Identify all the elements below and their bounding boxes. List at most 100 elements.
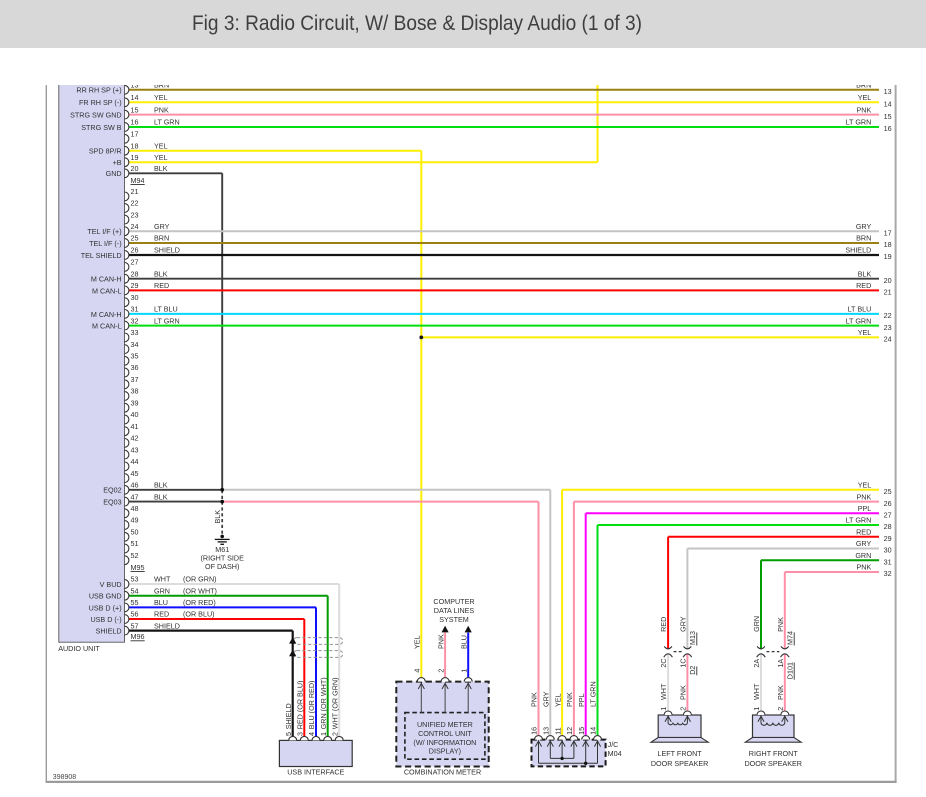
- svg-text:USB GND: USB GND: [89, 592, 122, 601]
- svg-text:PNK: PNK: [154, 105, 169, 114]
- svg-text:21: 21: [131, 187, 139, 196]
- svg-text:25: 25: [131, 234, 139, 243]
- svg-text:J/C: J/C: [608, 740, 619, 749]
- svg-text:39: 39: [131, 398, 139, 407]
- svg-text:28: 28: [131, 269, 139, 278]
- svg-text:LT GRN: LT GRN: [154, 316, 180, 325]
- svg-text:(W/ INFORMATION: (W/ INFORMATION: [413, 738, 476, 747]
- svg-text:PNK: PNK: [530, 692, 539, 707]
- svg-text:GRN: GRN: [154, 586, 170, 595]
- svg-text:49: 49: [131, 516, 139, 525]
- svg-text:36: 36: [131, 363, 139, 372]
- svg-text:BLK: BLK: [858, 269, 872, 278]
- svg-text:29: 29: [884, 534, 892, 543]
- svg-text:(OR BLU): (OR BLU): [183, 610, 215, 619]
- svg-text:BLK: BLK: [154, 481, 168, 490]
- svg-text:LT GRN: LT GRN: [846, 118, 872, 127]
- svg-text:WHT: WHT: [752, 683, 761, 700]
- svg-text:56: 56: [131, 610, 139, 619]
- svg-text:16: 16: [530, 727, 539, 735]
- svg-text:LT GRN: LT GRN: [846, 316, 872, 325]
- svg-text:RED: RED: [154, 610, 169, 619]
- svg-text:1: 1: [459, 669, 468, 673]
- svg-text:2: 2: [776, 707, 785, 711]
- svg-text:TEL I/F (+): TEL I/F (+): [87, 227, 121, 236]
- svg-text:13: 13: [884, 87, 892, 96]
- svg-text:PNK: PNK: [857, 105, 872, 114]
- svg-text:2: 2: [330, 732, 339, 736]
- svg-text:3: 3: [296, 732, 305, 736]
- svg-text:14: 14: [131, 93, 139, 102]
- svg-text:55: 55: [131, 598, 139, 607]
- svg-text:SYSTEM: SYSTEM: [439, 615, 469, 624]
- svg-text:44: 44: [131, 457, 139, 466]
- svg-text:42: 42: [131, 434, 139, 443]
- svg-text:V BUD: V BUD: [100, 580, 122, 589]
- svg-text:14: 14: [589, 727, 598, 735]
- svg-text:14: 14: [884, 100, 892, 109]
- svg-text:BRN: BRN: [856, 234, 871, 243]
- svg-text:GRN: GRN: [855, 551, 871, 560]
- svg-text:23: 23: [884, 323, 892, 332]
- svg-text:+B: +B: [113, 158, 122, 167]
- svg-text:SHIELD: SHIELD: [845, 246, 871, 255]
- svg-text:SHIELD: SHIELD: [154, 246, 180, 255]
- svg-text:31: 31: [131, 305, 139, 314]
- svg-text:GRY: GRY: [856, 222, 872, 231]
- svg-text:52: 52: [131, 551, 139, 560]
- svg-text:1: 1: [659, 707, 668, 711]
- svg-text:STRG SW GND: STRG SW GND: [70, 111, 122, 120]
- svg-text:GRY: GRY: [856, 539, 872, 548]
- svg-text:YEL: YEL: [413, 635, 422, 649]
- svg-text:2: 2: [436, 669, 445, 673]
- svg-text:PNK: PNK: [857, 563, 872, 572]
- svg-text:D2: D2: [688, 666, 697, 675]
- svg-text:41: 41: [131, 422, 139, 431]
- svg-text:28: 28: [884, 522, 892, 531]
- svg-text:YEL: YEL: [154, 93, 168, 102]
- svg-text:23: 23: [131, 210, 139, 219]
- svg-text:32: 32: [884, 569, 892, 578]
- svg-text:PNK: PNK: [776, 685, 785, 700]
- svg-text:M13: M13: [688, 631, 697, 645]
- svg-text:1: 1: [752, 707, 761, 711]
- svg-text:5: 5: [284, 732, 293, 736]
- svg-text:RED: RED: [856, 528, 871, 537]
- svg-text:BLU (OR RED): BLU (OR RED): [307, 681, 316, 730]
- svg-text:18: 18: [131, 141, 139, 150]
- svg-text:PPL: PPL: [577, 693, 586, 707]
- svg-text:SHIELD: SHIELD: [96, 627, 122, 636]
- svg-text:50: 50: [131, 528, 139, 537]
- svg-text:17: 17: [884, 228, 892, 237]
- svg-text:BLK: BLK: [154, 492, 168, 501]
- svg-text:24: 24: [884, 335, 892, 344]
- svg-text:GND: GND: [106, 169, 122, 178]
- svg-text:SPD 8P/R: SPD 8P/R: [89, 147, 122, 156]
- svg-text:19: 19: [131, 153, 139, 162]
- svg-text:2C: 2C: [659, 658, 668, 667]
- svg-text:GRY: GRY: [678, 616, 687, 632]
- svg-text:37: 37: [131, 375, 139, 384]
- svg-text:16: 16: [131, 118, 139, 127]
- svg-text:STRG SW B: STRG SW B: [81, 123, 122, 132]
- svg-text:BLK: BLK: [154, 164, 168, 173]
- svg-text:(OR GRN): (OR GRN): [183, 575, 217, 584]
- svg-text:11: 11: [553, 727, 562, 734]
- svg-text:29: 29: [131, 281, 139, 290]
- svg-text:M04: M04: [608, 749, 622, 758]
- svg-text:4: 4: [413, 669, 422, 673]
- svg-text:4: 4: [307, 732, 316, 736]
- svg-text:15: 15: [577, 727, 586, 735]
- svg-text:22: 22: [884, 311, 892, 320]
- svg-text:EQ02: EQ02: [103, 486, 121, 495]
- svg-text:48: 48: [131, 504, 139, 513]
- svg-text:RED: RED: [659, 617, 668, 632]
- svg-text:PNK: PNK: [857, 492, 872, 501]
- svg-text:38: 38: [131, 387, 139, 396]
- svg-text:M CAN-H: M CAN-H: [91, 275, 122, 284]
- svg-text:26: 26: [884, 499, 892, 508]
- svg-text:DATA LINES: DATA LINES: [434, 606, 475, 615]
- svg-text:35: 35: [131, 352, 139, 361]
- svg-text:SHIELD: SHIELD: [154, 621, 180, 630]
- svg-text:LT BLU: LT BLU: [848, 305, 872, 314]
